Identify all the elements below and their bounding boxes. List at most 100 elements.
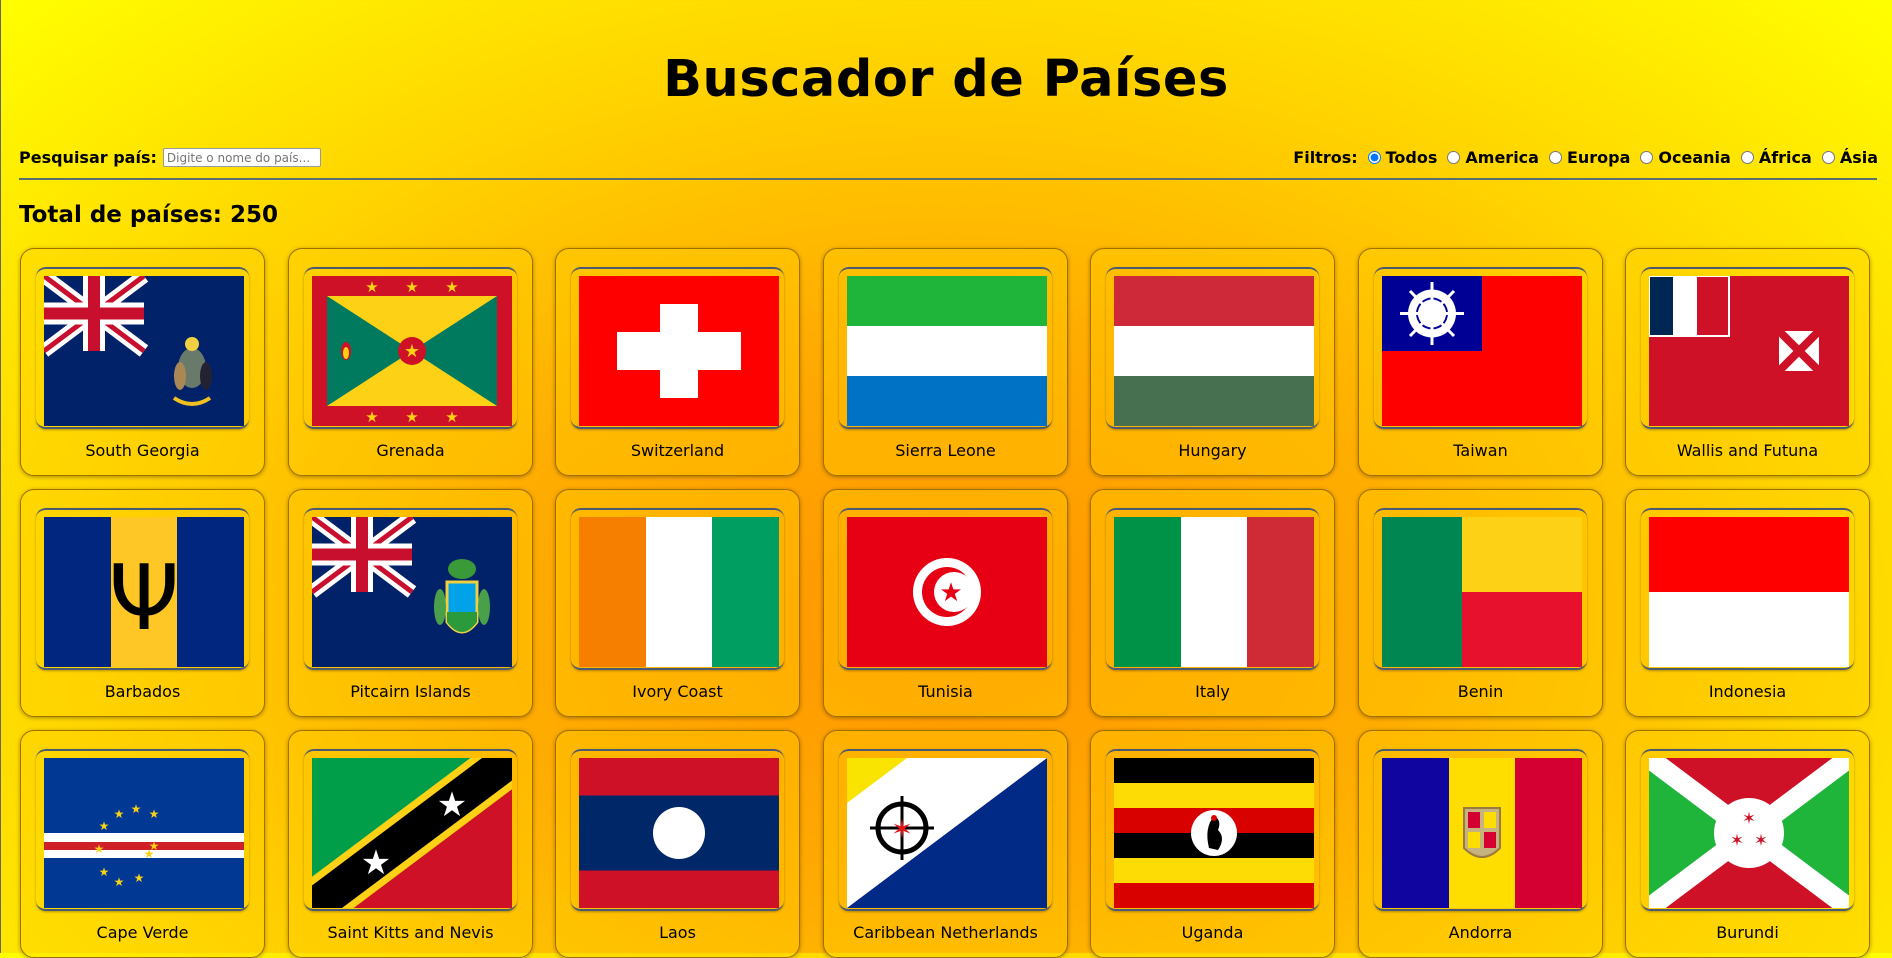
country-card[interactable]: ★ Tunisia — [823, 489, 1068, 717]
hungary-flag — [1114, 276, 1314, 426]
burundi-flag: ✶ ✶ ✶ — [1649, 758, 1849, 908]
country-name: Burundi — [1716, 923, 1779, 942]
country-name: Switzerland — [630, 441, 725, 460]
svg-text:★: ★ — [99, 819, 110, 833]
italy-flag — [1114, 517, 1314, 667]
country-name: Wallis and Futuna — [1676, 441, 1819, 460]
country-name: Andorra — [1448, 923, 1513, 942]
country-card[interactable]: Andorra — [1358, 730, 1603, 958]
svg-text:★: ★ — [99, 865, 110, 879]
uganda-flag — [1114, 758, 1314, 908]
country-card[interactable]: South Georgia — [20, 248, 265, 476]
svg-text:★: ★ — [405, 408, 418, 426]
svg-text:★: ★ — [114, 807, 125, 821]
svg-text:✶: ✶ — [1730, 831, 1744, 851]
filter-europa[interactable]: Europa — [1548, 148, 1630, 167]
filter-asia[interactable]: Ásia — [1821, 148, 1878, 167]
svg-text:★: ★ — [149, 839, 160, 853]
country-card[interactable]: ★ ★ Saint Kitts and Nevis — [288, 730, 533, 958]
svg-text:★: ★ — [404, 341, 420, 362]
country-card[interactable]: Switzerland — [555, 248, 800, 476]
country-name: Italy — [1195, 682, 1230, 701]
cape-verde-flag: ★ ★ ★ ★ ★ ★ ★ ★ ★ ★ — [44, 758, 244, 908]
filter-asia-radio[interactable] — [1821, 151, 1835, 164]
filter-africa-radio[interactable] — [1740, 151, 1754, 164]
search-input[interactable] — [162, 148, 321, 167]
svg-text:★: ★ — [94, 842, 105, 856]
svg-text:★: ★ — [149, 807, 160, 821]
country-name: Indonesia — [1708, 682, 1787, 701]
total-countries: Total de países: 250 — [19, 202, 278, 228]
search-bar: Pesquisar país: — [19, 148, 321, 167]
country-card[interactable]: Benin — [1358, 489, 1603, 717]
country-card[interactable]: Taiwan — [1358, 248, 1603, 476]
country-name: Taiwan — [1453, 441, 1508, 460]
svg-text:★: ★ — [445, 278, 458, 296]
filter-todos[interactable]: Todos — [1367, 148, 1437, 167]
country-card[interactable]: Laos — [555, 730, 800, 958]
country-name: Tunisia — [918, 682, 973, 701]
country-card[interactable]: ★ ★ ★ ★ ★ ★ ★ Grenada — [288, 248, 533, 476]
country-name: Saint Kitts and Nevis — [327, 923, 494, 942]
svg-text:★: ★ — [131, 802, 142, 816]
svg-text:Ψ: Ψ — [109, 546, 180, 651]
sierra-leone-flag — [847, 276, 1047, 426]
svg-text:✶: ✶ — [1754, 831, 1768, 851]
page-title: Buscador de Países — [663, 50, 1229, 109]
country-name: Pitcairn Islands — [350, 682, 471, 701]
country-card[interactable]: ✶ ✶ ✶ Burundi — [1625, 730, 1870, 958]
country-card[interactable]: Wallis and Futuna — [1625, 248, 1870, 476]
country-name: Uganda — [1181, 923, 1244, 942]
svg-text:★: ★ — [365, 278, 378, 296]
andorra-flag — [1382, 758, 1582, 908]
svg-text:★: ★ — [134, 871, 145, 885]
region-filters: Filtros: Todos America Europa Oceania Áf… — [1293, 148, 1878, 167]
caribbean-netherlands-flag: ✶ — [847, 758, 1047, 908]
filter-europa-radio[interactable] — [1548, 151, 1562, 164]
filter-oceania-radio[interactable] — [1640, 151, 1654, 164]
south-georgia-flag — [44, 276, 244, 426]
country-card[interactable]: Indonesia — [1625, 489, 1870, 717]
country-card[interactable]: Italy — [1090, 489, 1335, 717]
ivory-coast-flag — [579, 517, 779, 667]
country-card[interactable]: ★ ★ ★ ★ ★ ★ ★ ★ ★ ★ Cape Verde — [20, 730, 265, 958]
filter-america-radio[interactable] — [1447, 151, 1461, 164]
filter-africa[interactable]: África — [1740, 148, 1812, 167]
svg-text:★: ★ — [361, 843, 391, 883]
country-name: Ivory Coast — [632, 682, 723, 701]
pitcairn-islands-flag — [312, 517, 512, 667]
svg-text:★: ★ — [365, 408, 378, 426]
filter-todos-radio[interactable] — [1367, 151, 1381, 164]
country-card[interactable]: Ψ Barbados — [20, 489, 265, 717]
country-name: Laos — [659, 923, 696, 942]
country-card[interactable]: ✶ Caribbean Netherlands — [823, 730, 1068, 958]
svg-text:★: ★ — [405, 278, 418, 296]
search-label: Pesquisar país: — [19, 148, 157, 167]
barbados-flag: Ψ — [44, 517, 244, 667]
country-card[interactable]: Sierra Leone — [823, 248, 1068, 476]
saint-kitts-and-nevis-flag: ★ ★ — [312, 758, 512, 908]
switzerland-flag — [579, 276, 779, 426]
svg-text:✶: ✶ — [1742, 809, 1756, 829]
indonesia-flag — [1649, 517, 1849, 667]
country-name: Hungary — [1178, 441, 1247, 460]
country-card[interactable]: Uganda — [1090, 730, 1335, 958]
filter-oceania[interactable]: Oceania — [1640, 148, 1731, 167]
svg-text:★: ★ — [114, 875, 125, 889]
country-card[interactable]: Pitcairn Islands — [288, 489, 533, 717]
filters-label: Filtros: — [1293, 148, 1358, 167]
svg-text:★: ★ — [437, 785, 467, 825]
filter-america[interactable]: America — [1447, 148, 1539, 167]
taiwan-flag — [1382, 276, 1582, 426]
country-name: Caribbean Netherlands — [853, 923, 1038, 942]
grenada-flag: ★ ★ ★ ★ ★ ★ ★ — [312, 276, 512, 426]
country-card[interactable]: Ivory Coast — [555, 489, 800, 717]
svg-text:✶: ✶ — [891, 815, 913, 845]
country-name: Cape Verde — [96, 923, 189, 942]
svg-text:★: ★ — [939, 578, 962, 608]
country-card[interactable]: Hungary — [1090, 248, 1335, 476]
tunisia-flag: ★ — [847, 517, 1047, 667]
svg-text:★: ★ — [445, 408, 458, 426]
country-name: Benin — [1457, 682, 1504, 701]
country-name: South Georgia — [85, 441, 200, 460]
